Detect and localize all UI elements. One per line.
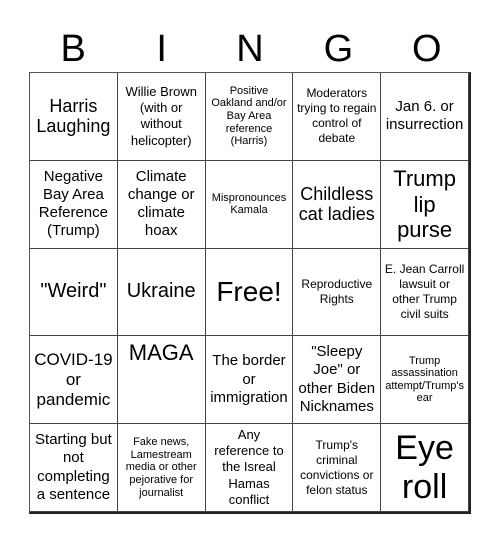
header-letter-b: B xyxy=(60,28,86,70)
cell-text: Climate change or climate hoax xyxy=(127,167,195,240)
bingo-cell[interactable]: Fake news, Lamestream media or other pej… xyxy=(117,424,206,512)
bingo-cell[interactable]: "Sleepy Joe" or other Biden Nicknames xyxy=(293,336,382,425)
bingo-cell[interactable]: Any reference to the Isreal Hamas confli… xyxy=(205,424,294,512)
bingo-cell[interactable]: Moderators trying to regain control of d… xyxy=(293,73,382,161)
bingo-cell[interactable]: Mispronounces Kamala xyxy=(205,160,294,249)
cell-text: Fake news, Lamestream media or other pej… xyxy=(125,435,197,499)
cell-text: "Sleepy Joe" or other Biden Nicknames xyxy=(298,343,376,416)
header-letter-i: I xyxy=(156,28,167,70)
cell-text: "Weird" xyxy=(40,280,107,303)
cell-text: Starting but not completing a sentence xyxy=(35,431,112,503)
bingo-cell[interactable]: "Weird" xyxy=(30,248,118,337)
bingo-cell[interactable]: Positive Oakland and/or Bay Area referen… xyxy=(205,73,294,161)
header-letter-n: N xyxy=(236,28,264,70)
cell-text: Ukraine xyxy=(126,280,196,303)
bingo-cell[interactable]: The border or immigration xyxy=(205,336,294,425)
bingo-cell[interactable]: Eye roll xyxy=(381,424,469,512)
free-space-text: Free! xyxy=(216,275,282,307)
cell-text: Childless cat ladies xyxy=(298,183,375,225)
bingo-cell[interactable]: Climate change or climate hoax xyxy=(117,160,206,249)
cell-text: Eye roll xyxy=(395,428,454,506)
bingo-cell[interactable]: Ukraine xyxy=(117,248,206,337)
bingo-cell[interactable]: Starting but not completing a sentence xyxy=(30,424,118,512)
bingo-cell[interactable]: COVID-19 or pandemic xyxy=(30,336,118,425)
bingo-cell[interactable]: Negative Bay Area Reference (Trump) xyxy=(30,160,118,249)
cell-text: Jan 6. or insurrection xyxy=(385,98,464,134)
bingo-cell[interactable]: Childless cat ladies xyxy=(293,160,382,249)
bingo-cell[interactable]: E. Jean Carroll lawsuit or other Trump c… xyxy=(381,248,469,337)
bingo-cell[interactable]: Harris Laughing xyxy=(30,73,118,161)
cell-text: Harris Laughing xyxy=(36,95,111,137)
bingo-cell[interactable]: MAGA xyxy=(117,336,206,425)
bingo-cell[interactable]: Trump assassination attempt/Trump's ear xyxy=(381,336,469,425)
cell-text: MAGA xyxy=(128,340,194,366)
cell-text: Any reference to the Isreal Hamas confli… xyxy=(214,426,284,507)
cell-text: Positive Oakland and/or Bay Area referen… xyxy=(211,84,287,148)
cell-text: Mispronounces Kamala xyxy=(211,191,287,217)
cell-text: Negative Bay Area Reference (Trump) xyxy=(38,167,108,240)
bingo-cell[interactable]: Reproductive Rights xyxy=(293,248,382,337)
cell-text: Moderators trying to regain control of d… xyxy=(297,86,377,146)
header-letter-g: G xyxy=(323,28,354,70)
free-space-cell[interactable]: Free! xyxy=(205,248,294,337)
bingo-card-grid: Harris Laughing Willie Brown (with or wi… xyxy=(29,72,471,514)
bingo-header: B I N G O xyxy=(29,26,471,72)
header-letter-o: O xyxy=(412,28,442,70)
cell-text: E. Jean Carroll lawsuit or other Trump c… xyxy=(384,261,465,321)
cell-text: The border or immigration xyxy=(210,352,288,406)
cell-text: Reproductive Rights xyxy=(301,276,373,306)
cell-text: Willie Brown (with or without helicopter… xyxy=(125,83,197,148)
cell-text: COVID-19 or pandemic xyxy=(34,350,113,409)
bingo-cell[interactable]: Trump's criminal convictions or felon st… xyxy=(293,424,382,512)
bingo-cell[interactable]: Jan 6. or insurrection xyxy=(381,73,469,161)
cell-text: Trump lip purse xyxy=(393,166,456,242)
cell-text: Trump assassination attempt/Trump's ear xyxy=(385,354,464,405)
bingo-cell[interactable]: Willie Brown (with or without helicopter… xyxy=(117,73,206,161)
cell-text: Trump's criminal convictions or felon st… xyxy=(300,437,374,497)
bingo-cell[interactable]: Trump lip purse xyxy=(381,160,469,249)
